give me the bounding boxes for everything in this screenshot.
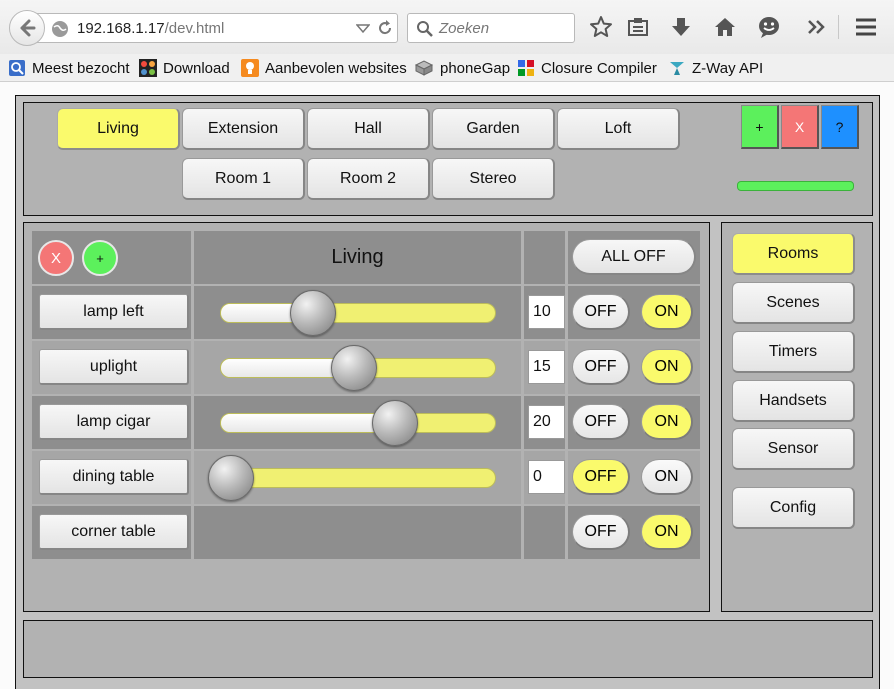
- tab-stereo[interactable]: Stereo: [432, 158, 555, 200]
- joomla-logo-icon: [139, 59, 157, 77]
- remove-device-button[interactable]: X: [38, 240, 74, 276]
- room-title-cell: Living: [194, 231, 521, 284]
- dimmer-track-fill: [221, 414, 393, 432]
- device-slider-cell: [194, 506, 521, 559]
- level-input[interactable]: 0: [528, 460, 565, 494]
- url-text: 192.168.1.17/dev.html: [77, 20, 225, 37]
- header-level-cell: [524, 231, 565, 284]
- level-input[interactable]: 20: [528, 405, 565, 439]
- tab-room-2[interactable]: Room 2: [307, 158, 430, 200]
- bookmarks-toolbar: Meest bezocht Download Aanbevolen websit…: [0, 54, 894, 82]
- menu-sensor[interactable]: Sensor: [732, 428, 855, 470]
- dimmer-knob[interactable]: [330, 345, 377, 391]
- dimmer-track[interactable]: [220, 413, 496, 433]
- dropdown-arrow-icon[interactable]: [356, 20, 370, 36]
- device-button-lamp-left[interactable]: lamp left: [39, 294, 189, 330]
- device-level-cell: [524, 506, 565, 559]
- device-button-lamp-cigar[interactable]: lamp cigar: [39, 404, 189, 440]
- help-button[interactable]: ?: [821, 105, 859, 149]
- dimmer-knob[interactable]: [208, 455, 254, 501]
- connection-status-bar: [737, 181, 854, 191]
- device-button-corner-table[interactable]: corner table: [39, 514, 189, 550]
- toolbar-separator: [838, 15, 839, 39]
- tab-extension[interactable]: Extension: [182, 108, 305, 150]
- on-button[interactable]: ON: [641, 294, 693, 330]
- bookmark-closure-compiler[interactable]: Closure Compiler: [517, 58, 657, 78]
- off-button[interactable]: OFF: [572, 459, 630, 495]
- add-room-button[interactable]: +: [741, 105, 779, 149]
- on-button[interactable]: ON: [641, 459, 693, 495]
- room-title: Living: [331, 246, 384, 268]
- dimmer-track[interactable]: [220, 303, 496, 323]
- hamburger-menu-icon[interactable]: [853, 14, 879, 40]
- globe-icon: [52, 21, 68, 37]
- dimmer-knob[interactable]: [289, 290, 336, 336]
- add-device-button[interactable]: +: [82, 240, 118, 276]
- on-button[interactable]: ON: [641, 514, 693, 550]
- dimmer-track[interactable]: [220, 468, 496, 488]
- menu-config[interactable]: Config: [732, 487, 855, 529]
- url-bar[interactable]: 192.168.1.17/dev.html: [30, 13, 398, 43]
- tab-hall[interactable]: Hall: [307, 108, 430, 150]
- level-input[interactable]: 15: [528, 350, 565, 384]
- most-visited-icon: [9, 60, 25, 76]
- off-button[interactable]: OFF: [572, 404, 630, 440]
- footer-panel: [23, 620, 873, 678]
- off-button[interactable]: OFF: [572, 294, 630, 330]
- on-button[interactable]: ON: [641, 349, 693, 385]
- off-button[interactable]: OFF: [572, 349, 630, 385]
- google-blocks-icon: [518, 60, 534, 76]
- reading-list-icon[interactable]: [625, 14, 651, 40]
- off-button[interactable]: OFF: [572, 514, 630, 550]
- search-icon: [417, 21, 433, 37]
- search-placeholder: Zoeken: [439, 20, 490, 37]
- device-button-uplight[interactable]: uplight: [39, 349, 189, 385]
- phonegap-icon: [414, 60, 434, 76]
- device-button-dining-table[interactable]: dining table: [39, 459, 189, 495]
- menu-rooms[interactable]: Rooms: [732, 233, 855, 275]
- download-icon[interactable]: [668, 14, 694, 40]
- bookmark-most-visited[interactable]: Meest bezocht: [8, 58, 130, 78]
- menu-handsets[interactable]: Handsets: [732, 380, 855, 422]
- menu-timers[interactable]: Timers: [732, 331, 855, 373]
- overflow-chevron-icon[interactable]: [803, 14, 829, 40]
- home-icon[interactable]: [712, 14, 738, 40]
- bookmark-download[interactable]: Download: [139, 58, 230, 78]
- bookmark-zway-api[interactable]: Z-Way API: [668, 58, 763, 78]
- back-button[interactable]: [9, 10, 45, 46]
- search-field[interactable]: Zoeken: [407, 13, 575, 43]
- bookmark-star-icon[interactable]: [588, 14, 614, 40]
- on-button[interactable]: ON: [641, 404, 693, 440]
- zway-logo-icon: [670, 62, 684, 75]
- browser-toolbar: 192.168.1.17/dev.html Zoeken: [0, 0, 894, 54]
- tab-garden[interactable]: Garden: [432, 108, 555, 150]
- lightbulb-icon: [241, 59, 259, 77]
- tab-room-1[interactable]: Room 1: [182, 158, 305, 200]
- hello-chat-icon[interactable]: [756, 14, 782, 40]
- bookmark-phonegap[interactable]: phoneGap: [414, 58, 510, 78]
- remove-room-button[interactable]: X: [781, 105, 819, 149]
- all-off-button[interactable]: ALL OFF: [572, 239, 696, 275]
- tab-loft[interactable]: Loft: [557, 108, 680, 150]
- dimmer-knob[interactable]: [371, 400, 418, 446]
- back-arrow-icon: [20, 19, 36, 37]
- level-input[interactable]: 10: [528, 295, 565, 329]
- menu-scenes[interactable]: Scenes: [732, 282, 855, 324]
- tab-living[interactable]: Living: [57, 108, 180, 150]
- bookmark-recommended-sites[interactable]: Aanbevolen websites: [241, 58, 407, 78]
- reload-icon[interactable]: [376, 19, 394, 37]
